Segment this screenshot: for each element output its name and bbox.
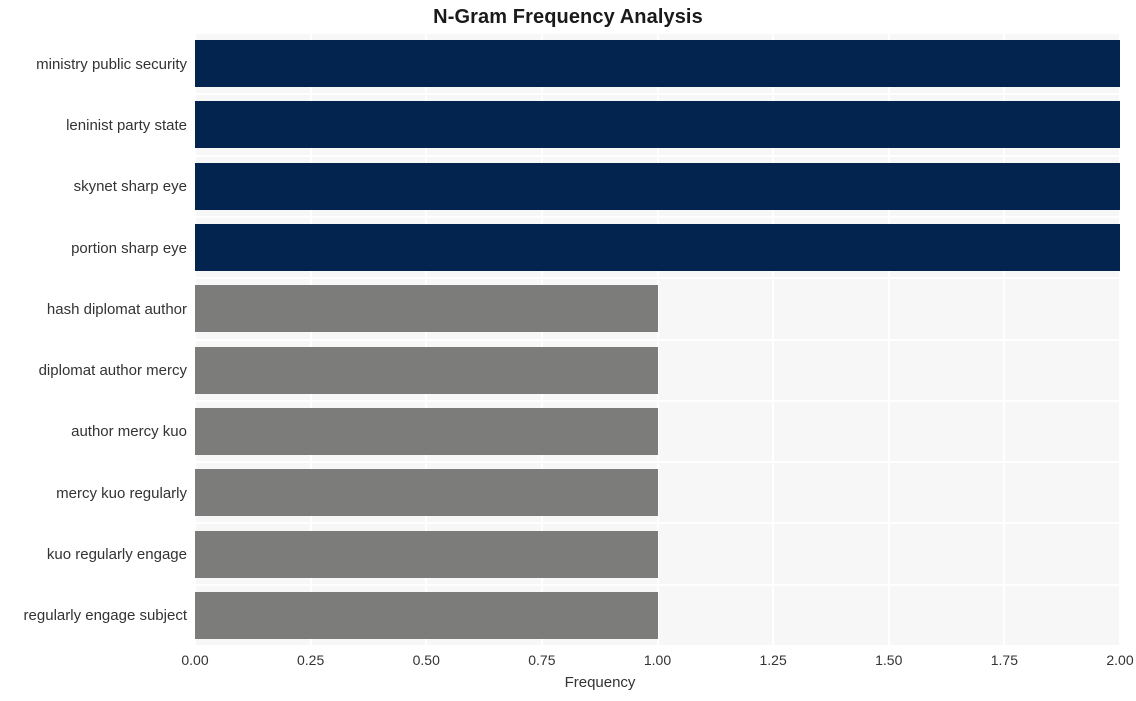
y-axis-tick-label: author mercy kuo <box>71 423 187 441</box>
plot-area <box>195 33 1120 646</box>
x-axis-title: Frequency <box>0 674 1136 691</box>
bar <box>195 346 658 394</box>
y-axis-tick-label: mercy kuo regularly <box>56 484 187 502</box>
y-axis-tick-label: regularly engage subject <box>23 607 187 625</box>
bar <box>195 591 658 639</box>
x-axis-tick-labels: 0.00 0.25 0.50 0.75 1.00 1.25 1.50 1.75 2.00 <box>0 652 1136 674</box>
y-axis-tick-label: hash diplomat author <box>46 300 187 318</box>
y-axis-tick-labels: ministry public security leninist party s… <box>0 33 187 646</box>
chart-title: N-Gram Frequency Analysis <box>433 6 703 28</box>
x-axis-tick-label: 0.00 <box>181 652 209 668</box>
y-axis-tick-label: kuo regularly engage <box>46 546 187 564</box>
y-axis-tick-label: leninist party state <box>66 116 187 134</box>
bar <box>195 530 658 578</box>
y-axis-tick-label: portion sharp eye <box>71 239 187 257</box>
x-axis-tick-label: 1.00 <box>643 652 672 668</box>
bar <box>195 285 658 333</box>
x-axis-tick-label: 1.50 <box>875 652 903 668</box>
bar <box>195 407 658 455</box>
bar <box>195 469 658 517</box>
y-axis-tick-label: diplomat author mercy <box>38 362 187 380</box>
x-axis-tick-label: 2.00 <box>1106 652 1134 668</box>
y-axis-tick-label: skynet sharp eye <box>73 178 187 196</box>
x-axis-tick-label: 1.75 <box>990 652 1018 668</box>
bar <box>195 40 1120 88</box>
bar <box>195 101 1120 149</box>
bar-series <box>195 33 1120 646</box>
x-axis-tick-label: 1.25 <box>759 652 787 668</box>
bar <box>195 224 1120 272</box>
y-axis-tick-label: ministry public security <box>36 55 187 73</box>
x-axis-tick-label: 0.75 <box>528 652 556 668</box>
x-axis-title-text: Frequency <box>564 674 636 691</box>
x-axis-tick-label: 0.50 <box>412 652 440 668</box>
chart-figure: N-Gram Frequency Analysis ministry publi… <box>0 0 1136 701</box>
x-axis-tick-label: 0.25 <box>297 652 325 668</box>
bar <box>195 162 1120 210</box>
